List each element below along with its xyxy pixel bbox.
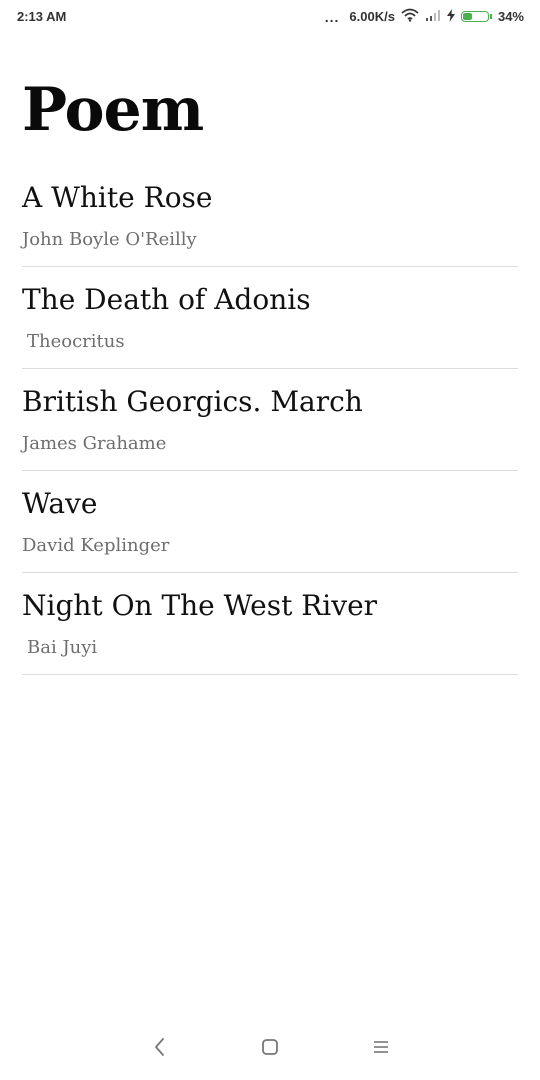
poem-title: Night On The West River: [22, 589, 378, 622]
menu-button[interactable]: [366, 1034, 396, 1064]
poem-title: Wave: [22, 487, 98, 520]
list-item[interactable]: The Death of Adonis Theocritus: [22, 267, 518, 369]
poem-author: John Boyle O'Reilly: [22, 229, 197, 250]
home-icon: [261, 1038, 279, 1060]
network-speed: 6.00K/s: [349, 9, 395, 24]
battery-icon: [460, 11, 492, 22]
list-item[interactable]: Wave David Keplinger: [22, 471, 518, 573]
poem-author: Theocritus: [27, 331, 125, 352]
poem-list: A White Rose John Boyle O'Reilly The Dea…: [22, 165, 518, 675]
charging-icon: [446, 8, 455, 25]
back-icon: [153, 1037, 167, 1061]
status-bar: 2:13 AM ... 6.00K/s 34%: [0, 0, 540, 34]
signal-icon: [425, 9, 441, 24]
list-item[interactable]: A White Rose John Boyle O'Reilly: [22, 165, 518, 267]
home-button[interactable]: [255, 1034, 285, 1064]
status-time: 2:13 AM: [17, 9, 67, 24]
poem-author: David Keplinger: [22, 535, 170, 556]
status-icons: ... 6.00K/s 34%: [325, 8, 524, 25]
poem-title: A White Rose: [22, 181, 213, 214]
more-notifications-icon: ...: [324, 8, 340, 25]
navigation-bar: [0, 1016, 540, 1080]
page-title: Poem: [22, 75, 204, 145]
poem-author: James Grahame: [22, 433, 167, 454]
wifi-icon: [401, 8, 419, 25]
list-item[interactable]: Night On The West River Bai Juyi: [22, 573, 518, 675]
back-button[interactable]: [145, 1034, 175, 1064]
poem-title: British Georgics. March: [22, 385, 363, 418]
list-item[interactable]: British Georgics. March James Grahame: [22, 369, 518, 471]
poem-author: Bai Juyi: [27, 637, 98, 658]
poem-title: The Death of Adonis: [22, 283, 311, 316]
menu-icon: [372, 1039, 390, 1059]
battery-percent: 34%: [497, 9, 524, 24]
